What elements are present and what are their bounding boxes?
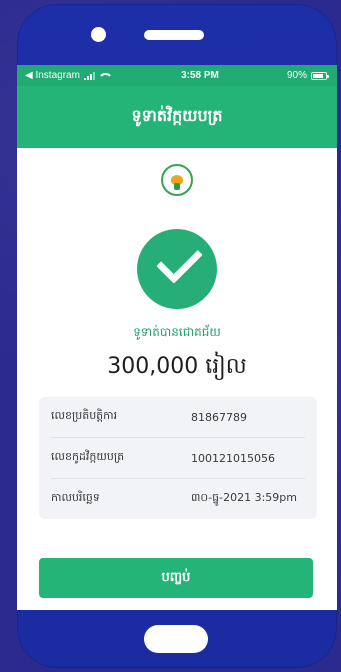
success-message: ទូទាត់បានជោគជ័យ bbox=[133, 325, 221, 339]
status-right: 90% bbox=[286, 70, 329, 81]
speaker-icon bbox=[144, 30, 204, 40]
detail-label: លេខកូដវិក្កយបត្រ bbox=[51, 450, 125, 463]
detail-row-bill-code: លេខកូដវិក្កយបត្រ 100121015056 bbox=[51, 438, 305, 479]
phone-frame: ◀ Instagram 3:58 PM 90% ទូទាត់វិក្កយបត្រ bbox=[17, 4, 337, 668]
payment-success-content: ទូទាត់បានជោគជ័យ 300,000 រៀល លេខប្រតិបត្ត… bbox=[17, 148, 337, 610]
battery-icon bbox=[311, 71, 329, 80]
detail-label: លេខប្រតិបត្តិការ bbox=[51, 409, 118, 422]
camera-icon bbox=[91, 27, 106, 42]
battery-percentage: 90% bbox=[286, 70, 307, 81]
check-icon bbox=[156, 237, 203, 284]
page-title: ទូទាត់វិក្កយបត្រ bbox=[131, 106, 223, 125]
detail-row-transaction-number: លេខប្រតិបត្តិការ 81867789 bbox=[51, 397, 305, 438]
status-time: 3:58 PM bbox=[181, 70, 219, 81]
detail-row-date: កាលបរិច្ឆេទ ៣០-ធ្នូ-2021 3:59pm bbox=[51, 479, 305, 519]
finish-button[interactable]: បញ្ចប់ bbox=[39, 558, 313, 598]
status-bar: ◀ Instagram 3:58 PM 90% bbox=[17, 65, 337, 86]
detail-value: 81867789 bbox=[191, 410, 247, 424]
app-screen: ◀ Instagram 3:58 PM 90% ទូទាត់វិក្កយបត្រ bbox=[17, 65, 337, 610]
check-circle-icon bbox=[137, 229, 217, 309]
detail-value: 100121015056 bbox=[191, 451, 275, 465]
home-button[interactable] bbox=[144, 625, 208, 653]
payment-amount: 300,000 រៀល bbox=[107, 354, 247, 379]
page-header: ទូទាត់វិក្កយបត្រ bbox=[17, 86, 337, 148]
transaction-details: លេខប្រតិបត្តិការ 81867789 លេខកូដវិក្កយបត… bbox=[39, 397, 317, 519]
wifi-icon bbox=[97, 72, 113, 83]
signal-icon bbox=[83, 71, 95, 80]
status-left: ◀ Instagram bbox=[25, 70, 113, 81]
detail-value: ៣០-ធ្នូ-2021 3:59pm bbox=[191, 491, 297, 504]
logo-icon bbox=[161, 164, 193, 196]
detail-label: កាលបរិច្ឆេទ bbox=[51, 491, 100, 504]
back-to-app-link[interactable]: ◀ Instagram bbox=[25, 70, 80, 81]
